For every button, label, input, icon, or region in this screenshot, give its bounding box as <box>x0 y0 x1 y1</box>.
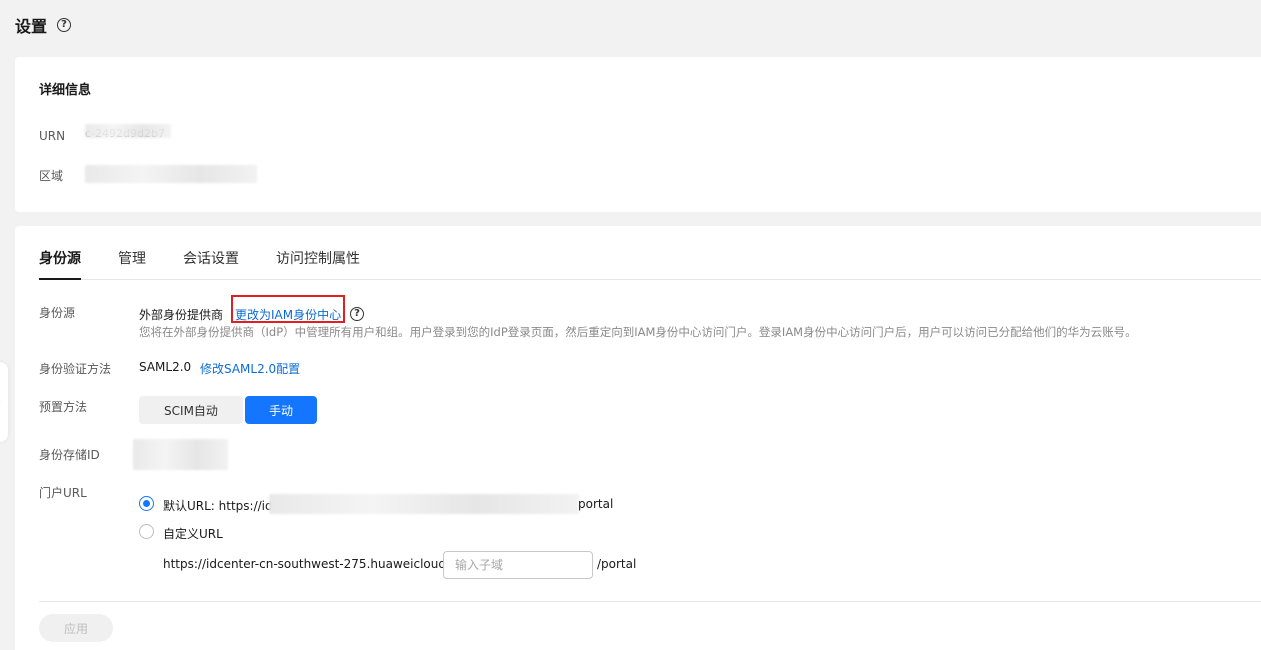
tab-bar: 身份源 管理 会话设置 访问控制属性 <box>39 248 1261 280</box>
details-title: 详细信息 <box>39 83 92 98</box>
tab-identity-source[interactable]: 身份源 <box>39 248 81 280</box>
identity-source-help-icon[interactable]: ? <box>350 307 364 321</box>
auth-method-value: SAML2.0 <box>139 360 192 374</box>
custom-url-prefix: https://idcenter-cn-southwest-275.huawei… <box>163 557 480 571</box>
tab-management[interactable]: 管理 <box>118 248 146 279</box>
provisioning-segmented-control: SCIM自动 手动 <box>139 396 317 424</box>
divider <box>39 601 1261 602</box>
identity-source-description: 您将在外部身份提供商（IdP）中管理所有用户和组。用户登录到您的IdP登录页面，… <box>139 325 1137 339</box>
default-url-text: 默认URL: https://idc <box>163 499 280 513</box>
subdomain-input[interactable] <box>443 551 593 579</box>
collapse-handle[interactable]: ‹ <box>0 362 8 442</box>
identity-card: 身份源 管理 会话设置 访问控制属性 身份源 外部身份提供商 更改为IAM身份中… <box>15 226 1261 650</box>
chevron-left-icon: ‹ <box>0 397 1 408</box>
custom-url-label: 自定义URL <box>163 527 223 541</box>
change-to-iam-link[interactable]: 更改为IAM身份中心 <box>235 306 341 323</box>
default-url-radio[interactable] <box>139 496 154 511</box>
scim-auto-option[interactable]: SCIM自动 <box>139 396 243 424</box>
identity-source-label: 身份源 <box>39 306 76 320</box>
store-id-label: 身份存储ID <box>39 448 100 462</box>
default-url-redaction <box>269 494 579 514</box>
page-header: 设置 ? <box>15 13 72 37</box>
provisioning-label: 预置方法 <box>39 400 88 414</box>
custom-url-radio[interactable] <box>139 524 154 539</box>
urn-redaction <box>85 124 171 138</box>
default-url-suffix: portal <box>578 497 614 511</box>
identity-source-value: 外部身份提供商 <box>139 308 224 322</box>
manual-option[interactable]: 手动 <box>245 396 317 424</box>
modify-saml-link[interactable]: 修改SAML2.0配置 <box>200 360 300 377</box>
auth-method-label: 身份验证方法 <box>39 362 112 376</box>
tab-access-control-attributes[interactable]: 访问控制属性 <box>276 248 360 279</box>
custom-url-suffix: /portal <box>597 557 637 571</box>
apply-button[interactable]: 应用 <box>39 614 113 642</box>
tab-session-settings[interactable]: 会话设置 <box>183 248 239 279</box>
urn-label: URN <box>39 129 66 143</box>
portal-url-label: 门户URL <box>39 486 87 500</box>
page-title: 设置 <box>15 17 48 36</box>
region-redaction <box>85 165 257 183</box>
details-card: 详细信息 URN c-2492d9d2b7 区域 <box>15 57 1261 212</box>
help-icon[interactable]: ? <box>57 18 72 32</box>
store-id-redaction <box>133 439 228 470</box>
region-label: 区域 <box>39 169 64 183</box>
